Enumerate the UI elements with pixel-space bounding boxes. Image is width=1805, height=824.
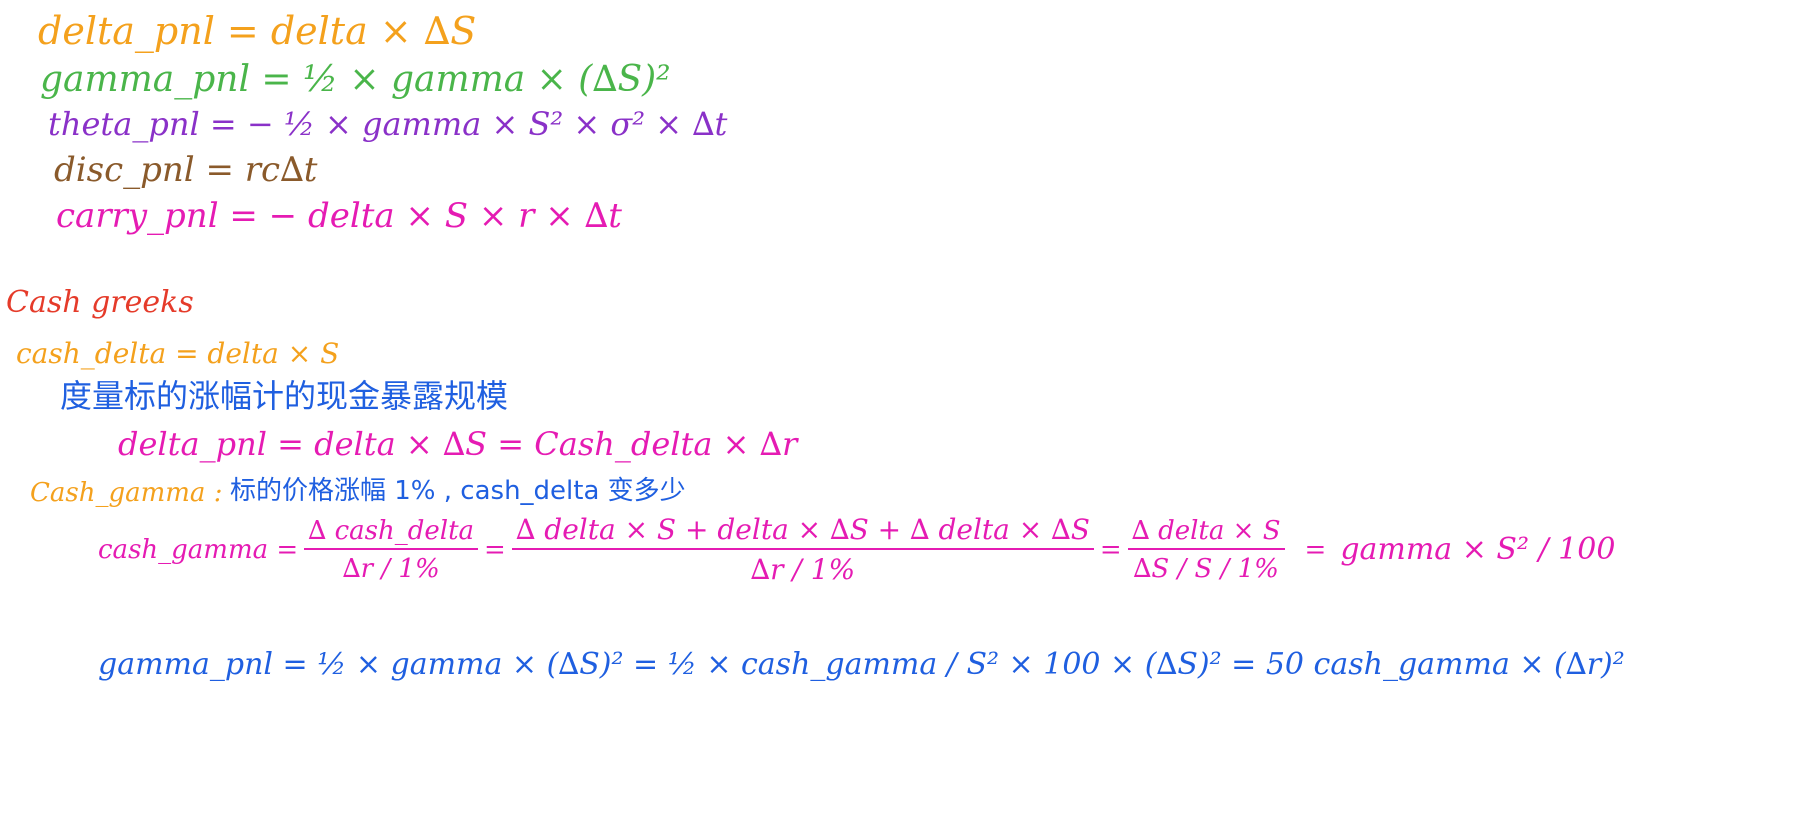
- theta-pnl-formula: theta_pnl = − ½ × gamma × S² × σ² × ∆t: [48, 105, 728, 143]
- delta-pnl-cash-formula: delta_pnl = delta × ∆S = Cash_delta × ∆r: [118, 425, 798, 463]
- fraction-2-denominator: ∆r / 1%: [511, 548, 1094, 584]
- fraction-1-denominator: ∆r / 1%: [304, 548, 479, 582]
- disc-pnl-formula: disc_pnl = rc∆t: [54, 150, 318, 190]
- fraction-1: ∆ cash_delta ∆r / 1%: [304, 516, 479, 582]
- carry-pnl-formula: carry_pnl = − delta × S × r × ∆t: [56, 196, 622, 236]
- cash-gamma-description: 标的价格涨幅 1% , cash_delta 变多少: [230, 476, 686, 506]
- delta-pnl-formula: delta_pnl = delta × ∆S: [38, 9, 477, 53]
- equals-sign-2: =: [1099, 535, 1122, 565]
- fraction-1-numerator: ∆ cash_delta: [308, 516, 475, 546]
- cash-greeks-heading: Cash greeks: [6, 285, 194, 320]
- fraction-3-denominator: ∆S / S / 1%: [1127, 548, 1285, 582]
- fraction-2: ∆ delta × S + delta × ∆S + ∆ delta × ∆S …: [511, 513, 1094, 584]
- fraction-3-numerator: ∆ delta × S: [1131, 516, 1281, 546]
- cash-gamma-equation: cash_gamma = ∆ cash_delta ∆r / 1% = ∆ de…: [98, 516, 1615, 584]
- equals-sign-1: =: [484, 535, 506, 565]
- cash-delta-formula: cash_delta = delta × S: [16, 337, 340, 370]
- cash-gamma-lhs: cash_gamma =: [98, 535, 299, 565]
- equals-sign-3: =: [1304, 535, 1327, 565]
- cash-gamma-label: Cash_gamma :: [30, 478, 223, 508]
- cash-delta-description: 度量标的涨幅计的现金暴露规模: [60, 377, 509, 415]
- fraction-2-numerator: ∆ delta × S + delta × ∆S + ∆ delta × ∆S: [515, 513, 1090, 546]
- cash-gamma-rhs: gamma × S² / 100: [1340, 532, 1616, 567]
- gamma-pnl-cash-formula: gamma_pnl = ½ × gamma × (∆S)² = ½ × cash…: [98, 647, 1625, 682]
- fraction-3: ∆ delta × S ∆S / S / 1%: [1127, 516, 1285, 582]
- gamma-pnl-formula: gamma_pnl = ½ × gamma × (∆S)²: [40, 59, 671, 100]
